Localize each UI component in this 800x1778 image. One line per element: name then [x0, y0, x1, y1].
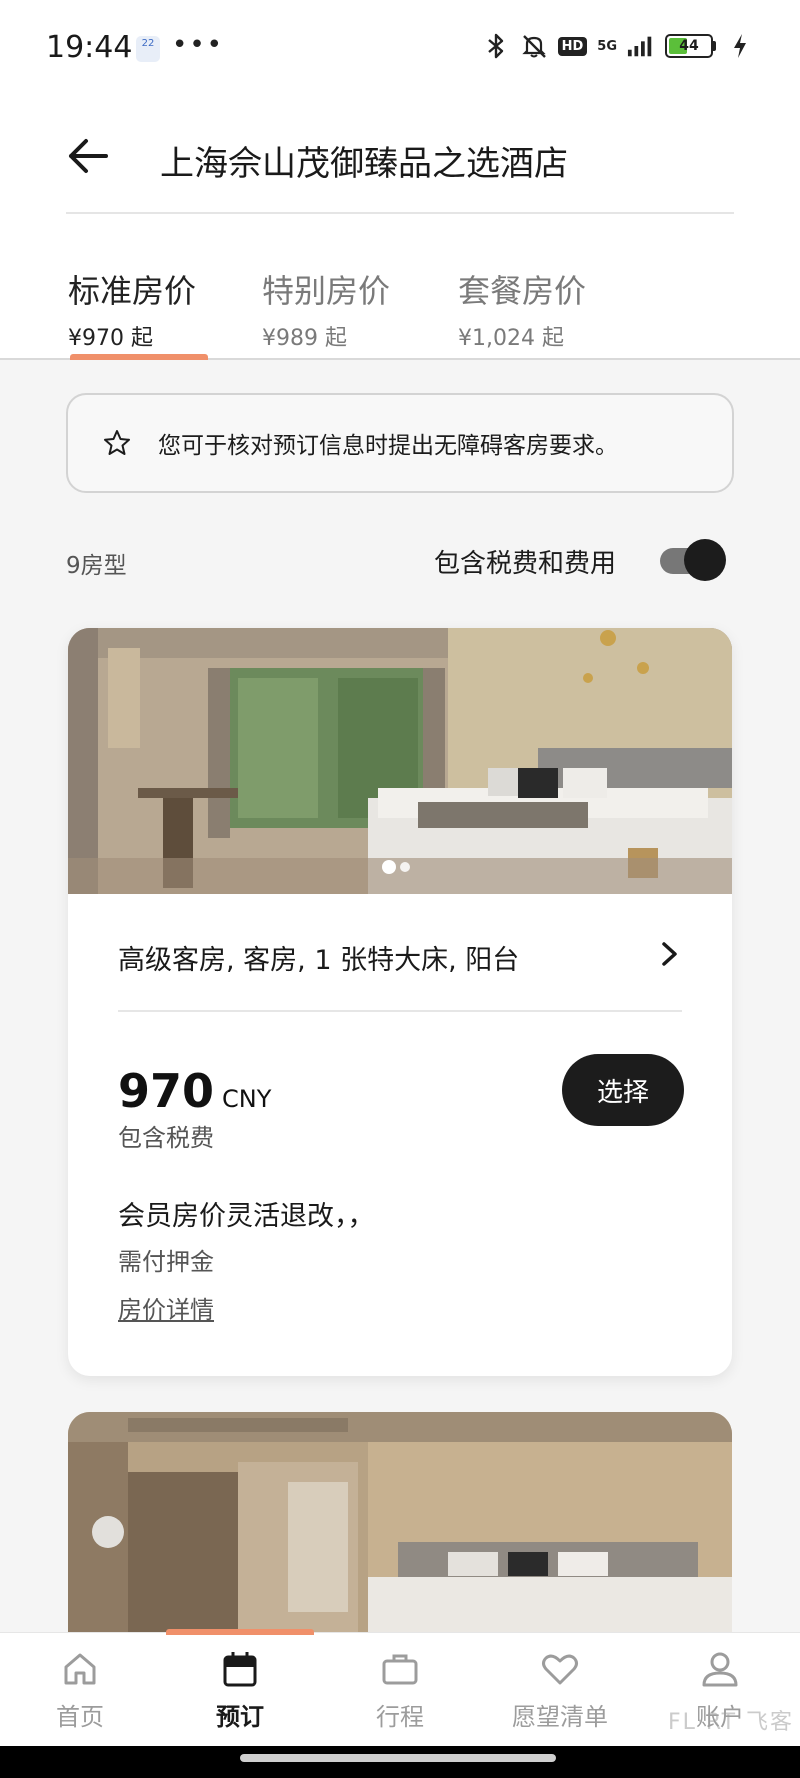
room-price: 970 — [118, 1064, 215, 1118]
hd-icon: HD — [557, 36, 588, 56]
tab-title: 标准房价 — [68, 272, 197, 310]
tax-included-note: 包含税费 — [118, 1124, 214, 1152]
card-divider — [118, 1010, 682, 1012]
tax-toggle-label: 包含税费和费用 — [434, 549, 617, 579]
rate-plan-name: 会员房价灵活退改，， — [118, 1201, 375, 1232]
room-type-count: 9房型 — [66, 553, 127, 579]
tab-title: 特别房价 — [262, 272, 391, 310]
chevron-right-icon[interactable] — [658, 938, 682, 970]
toggle-knob — [684, 539, 726, 581]
signal-icon — [627, 32, 655, 60]
room-photo[interactable] — [68, 628, 732, 894]
room-card: 高级客房, 客房, 1 张特大床, 阳台 970 CNY 包含税费 选择 会员房… — [68, 628, 732, 1376]
nav-item-wishlist[interactable]: 愿望清单 — [490, 1649, 630, 1732]
tax-toggle[interactable] — [658, 538, 726, 582]
network-type-icon: 5G — [597, 38, 617, 54]
home-icon — [64, 1653, 96, 1685]
price-row: 970 CNY — [118, 1064, 271, 1118]
user-icon — [702, 1652, 738, 1687]
back-arrow-icon — [69, 139, 108, 173]
active-tab-indicator — [70, 354, 208, 360]
bluetooth-icon — [482, 32, 510, 60]
select-room-button[interactable]: 选择 — [562, 1054, 684, 1126]
rate-tabs: 标准房价 ¥970 起 特别房价 ¥989 起 套餐房价 ¥1,024 起 — [0, 214, 800, 360]
charging-icon — [726, 32, 754, 60]
battery-icon: 44 — [665, 34, 716, 58]
page-title: 上海佘山茂御臻品之选酒店 — [160, 144, 568, 184]
heart-icon — [542, 1654, 578, 1685]
room-photo-image — [68, 628, 732, 894]
app-header: 上海佘山茂御臻品之选酒店 — [0, 96, 800, 214]
home-indicator[interactable] — [240, 1754, 556, 1762]
room-card-next[interactable] — [68, 1412, 732, 1632]
calendar-badge-icon: 22 — [136, 36, 160, 62]
nav-item-book[interactable]: 预订 — [170, 1649, 310, 1732]
pagination-dot — [400, 862, 410, 872]
battery-level: 44 — [679, 38, 699, 54]
status-bar: 19:44 22 ••• HD 5G 44 — [0, 0, 800, 96]
status-icons: HD 5G 44 — [482, 32, 754, 60]
currency: CNY — [222, 1085, 272, 1113]
nav-item-trips[interactable]: 行程 — [330, 1649, 470, 1732]
more-notifications-icon: ••• — [172, 30, 225, 60]
nav-item-home[interactable]: 首页 — [10, 1649, 150, 1732]
tab-standard-rate[interactable]: 标准房价 ¥970 起 — [68, 266, 196, 352]
pagination-dot-active — [382, 860, 396, 874]
notice-text: 您可于核对预订信息时提出无障碍客房要求。 — [158, 433, 618, 459]
nav-label: 首页 — [56, 1703, 104, 1731]
room-photo-image — [68, 1412, 732, 1632]
rate-details-link[interactable]: 房价详情 — [118, 1290, 214, 1325]
star-outline-icon — [104, 430, 130, 455]
tab-title: 套餐房价 — [458, 272, 587, 310]
photo-pagination — [382, 860, 410, 874]
nav-label: 愿望清单 — [512, 1703, 608, 1731]
system-nav-area — [0, 1746, 800, 1778]
back-button[interactable] — [66, 136, 110, 176]
tab-package-rate[interactable]: 套餐房价 ¥1,024 起 — [458, 266, 586, 352]
tab-price: ¥989 起 — [262, 326, 347, 351]
briefcase-icon — [382, 1654, 418, 1685]
nav-label: 预订 — [216, 1703, 264, 1731]
room-name[interactable]: 高级客房, 客房, 1 张特大床, 阳台 — [118, 938, 519, 977]
active-nav-indicator — [166, 1629, 314, 1635]
nav-label: 行程 — [376, 1703, 424, 1731]
watermark: FL·RT 飞客 — [668, 1710, 795, 1735]
deposit-note: 需付押金 — [118, 1248, 214, 1276]
calendar-icon — [223, 1652, 257, 1687]
mute-bell-icon — [520, 32, 548, 60]
tab-special-rate[interactable]: 特别房价 ¥989 起 — [262, 266, 390, 352]
tab-price: ¥970 起 — [68, 326, 153, 351]
status-time: 19:44 — [46, 30, 133, 65]
accessibility-notice: 您可于核对预订信息时提出无障碍客房要求。 — [66, 393, 734, 493]
tab-price: ¥1,024 起 — [458, 326, 564, 351]
